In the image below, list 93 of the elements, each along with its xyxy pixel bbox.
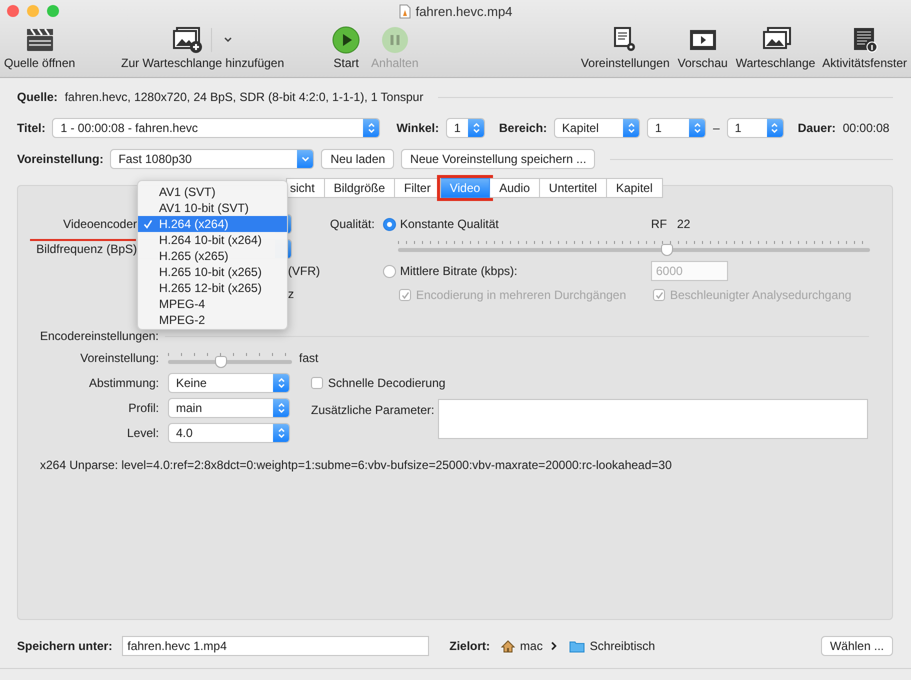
angle-popup[interactable]: 1 xyxy=(446,118,486,138)
choose-button[interactable]: Wählen ... xyxy=(820,636,893,656)
encoder-label: Videoencoder xyxy=(62,217,137,231)
stepper-arrows-icon xyxy=(626,122,636,134)
path-item[interactable]: Schreibtisch xyxy=(568,639,656,653)
minimize-button[interactable] xyxy=(27,5,39,17)
duration-value: 00:00:08 xyxy=(842,121,890,135)
film-icon xyxy=(688,27,718,53)
preview-button[interactable]: Vorschau xyxy=(678,22,728,70)
chevron-down-icon xyxy=(300,155,310,163)
profile-label: Profil: xyxy=(127,401,159,415)
preset-combo[interactable]: Fast 1080p30 xyxy=(110,149,314,169)
preset-action-button[interactable]: Neu laden xyxy=(321,149,394,169)
caret-icon[interactable] xyxy=(223,36,234,44)
queue-button[interactable]: Warteschlange xyxy=(736,22,816,70)
radio-option[interactable]: Konstante Qualität xyxy=(383,217,651,231)
tab[interactable]: Audio xyxy=(490,178,540,198)
stepper-arrows-icon xyxy=(692,122,702,134)
menu-item[interactable]: MPEG-4 xyxy=(138,296,287,312)
zoom-button[interactable] xyxy=(47,5,59,17)
pause-icon xyxy=(380,26,409,54)
stepper-arrows-icon xyxy=(366,122,376,134)
open-source-button[interactable]: Quelle öffnen xyxy=(4,22,76,70)
menu-item[interactable]: AV1 10-bit (SVT) xyxy=(138,200,287,216)
level-popup[interactable]: 4.0 xyxy=(168,423,290,443)
tab[interactable]: Kapitel xyxy=(606,178,663,198)
menu-item[interactable]: H.265 (x265) xyxy=(138,248,287,264)
save-as-label: Speichern unter: xyxy=(17,639,112,653)
activity-button[interactable]: Aktivitätsfenster xyxy=(822,22,907,70)
tab[interactable]: sicht xyxy=(286,178,325,198)
menu-item[interactable]: H.264 10-bit (x264) xyxy=(138,232,287,248)
unparse-text: x264 Unparse: level=4.0:ref=2:8x8dct=0:weightp=1:subme=6:vbv-bufsize=25000:vbv-maxrate=20000:rc-lookahead=30 xyxy=(40,458,673,472)
stepper-arrows-icon xyxy=(472,122,481,134)
title-popup[interactable]: 1 - 00:00:08 - fahren.hevc xyxy=(52,118,380,138)
clapperboard-icon xyxy=(24,27,55,53)
angle-label: Winkel: xyxy=(396,121,440,135)
stepper-arrows-icon xyxy=(276,402,286,414)
option-text: (VFR) xyxy=(288,264,320,278)
source-info: fahren.hevc, 1280x720, 24 BpS, SDR (8-bit 4:2:0, 1-1-1), 1 Tonspur xyxy=(64,90,424,104)
source-label: Quelle: xyxy=(17,90,58,104)
stepper-arrows-icon xyxy=(276,377,286,389)
play-icon xyxy=(332,26,360,54)
tune-label: Abstimmung: xyxy=(88,376,159,390)
extra-params-field[interactable] xyxy=(438,399,868,439)
range-mode-popup[interactable]: Kapitel xyxy=(554,118,640,138)
destination-label: Zielort: xyxy=(449,639,490,653)
title-label: Titel: xyxy=(17,121,46,135)
extra-params-label: Zusätzliche Parameter: xyxy=(311,402,436,417)
level-label: Level: xyxy=(126,426,159,440)
path-item[interactable]: mac xyxy=(501,639,543,653)
framerate-label: Bildfrequenz (BpS) xyxy=(35,242,137,256)
quality-label: Qualität: xyxy=(330,217,376,231)
folder-icon xyxy=(568,640,585,652)
speed-value: fast xyxy=(299,351,318,365)
filename-field[interactable]: fahren.hevc 1.mp4 xyxy=(122,636,430,656)
radio-option[interactable]: Mittlere Bitrate (kbps): xyxy=(383,264,651,278)
menu-item[interactable]: MPEG-2 xyxy=(138,312,287,328)
stepper-arrows-icon xyxy=(770,122,780,134)
checkmark-icon xyxy=(143,219,153,229)
preset-action-button[interactable]: Neue Voreinstellung speichern ... xyxy=(401,149,596,169)
range-separator: – xyxy=(713,121,720,135)
menu-item[interactable]: H.265 12-bit (x265) xyxy=(138,280,287,296)
home-icon xyxy=(501,640,516,652)
tune-popup[interactable]: Keine xyxy=(168,373,290,393)
range-label: Bereich: xyxy=(499,121,548,135)
menu-item[interactable]: H.265 10-bit (x265) xyxy=(138,264,287,280)
menu-item[interactable]: AV1 (SVT) xyxy=(138,184,287,200)
option-text: z xyxy=(288,287,294,301)
checkmark-icon xyxy=(400,290,410,300)
add-to-queue-button[interactable]: Zur Warteschlange hinzufügen xyxy=(121,22,284,70)
tab[interactable]: Filter xyxy=(395,178,441,198)
range-end-popup[interactable]: 1 xyxy=(726,118,784,138)
stepper-arrows-icon xyxy=(276,427,286,439)
preset-speed-label: Voreinstellung: xyxy=(79,351,159,365)
window-title: fahren.hevc.mp4 xyxy=(416,4,512,18)
preset-label: Voreinstellung: xyxy=(17,152,104,166)
add-photo-icon xyxy=(172,26,204,54)
profile-popup[interactable]: main xyxy=(168,398,290,418)
rf-label: RF xyxy=(651,217,667,231)
menu-item[interactable]: H.264 (x264) xyxy=(138,216,287,232)
start-button[interactable]: Start xyxy=(332,22,360,70)
document-icon xyxy=(398,4,411,18)
presets-button[interactable]: Voreinstellungen xyxy=(580,22,670,70)
close-button[interactable] xyxy=(7,5,19,17)
checkbox-option[interactable]: Schnelle Decodierung xyxy=(311,376,869,390)
checkmark-icon xyxy=(654,290,664,300)
duration-label: Dauer: xyxy=(798,121,836,135)
tab[interactable]: Bildgröße xyxy=(324,178,396,198)
section-heading: Encodereinstellungen: xyxy=(40,329,159,343)
rf-value: 22 xyxy=(677,217,690,231)
chevron-icon xyxy=(550,641,558,651)
range-start-popup[interactable]: 1 xyxy=(647,118,706,138)
tab[interactable]: Untertitel xyxy=(540,178,607,198)
